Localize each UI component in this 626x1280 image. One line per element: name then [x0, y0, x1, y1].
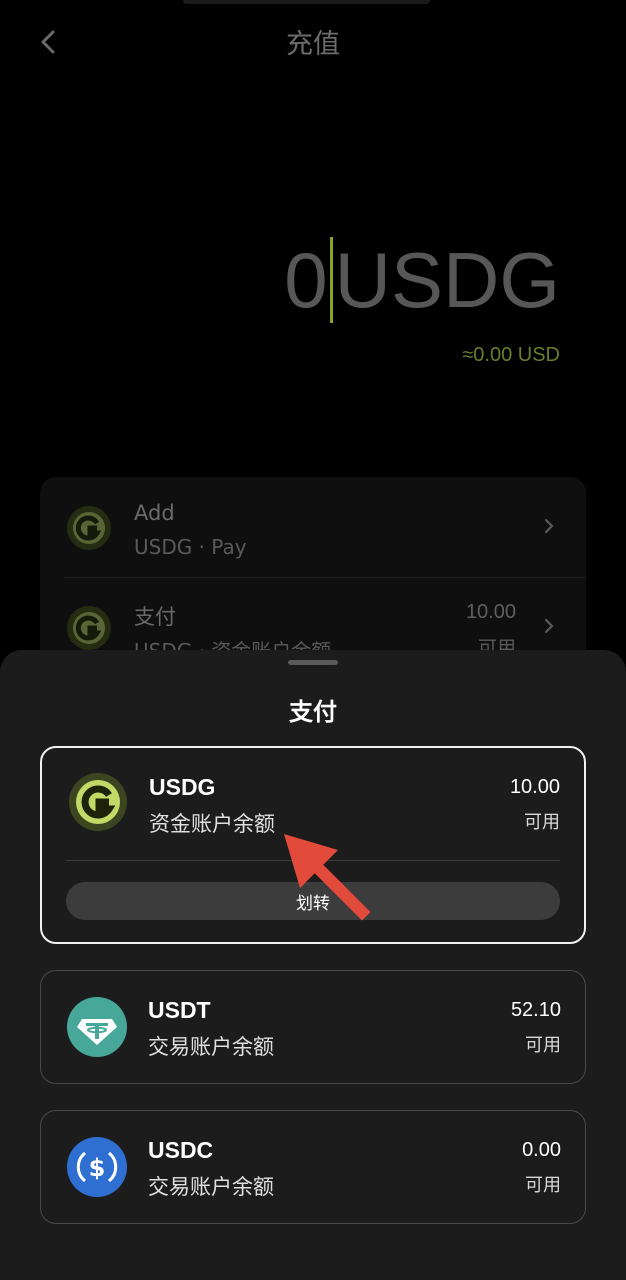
- deposit-screen: 充值 0 USDG ≈0.00 USD Add USDG · Pay 支付 10…: [0, 0, 626, 677]
- option-subtitle: 交易账户余额: [148, 1035, 274, 1059]
- chevron-right-icon: [544, 618, 554, 634]
- option-amount: 0.00: [522, 1139, 561, 1161]
- payment-bottom-sheet: 支付 USDG 资金账户余额 10.00 可用 划转 USDT 交易账户余额 5…: [0, 650, 626, 1280]
- usdg-coin-icon: [67, 606, 111, 650]
- amount-value: 0: [284, 236, 328, 324]
- divider: [66, 860, 560, 861]
- usdc-coin-icon: $: [67, 1137, 127, 1197]
- method-row-add[interactable]: Add USDG · Pay: [40, 477, 586, 578]
- option-usdc[interactable]: $ USDC 交易账户余额 0.00 可用: [40, 1110, 586, 1224]
- chevron-right-icon: [544, 518, 554, 534]
- option-name: USDT: [148, 997, 211, 1023]
- method-title: 支付: [134, 605, 176, 629]
- option-name: USDC: [148, 1137, 214, 1163]
- option-subtitle: 交易账户余额: [148, 1175, 274, 1199]
- amount-input[interactable]: 0 USDG: [284, 232, 560, 328]
- sheet-title: 支付: [289, 698, 337, 726]
- sheet-drag-handle[interactable]: [288, 660, 338, 665]
- usd-equivalent: ≈0.00 USD: [462, 344, 560, 366]
- usdg-coin-icon: [69, 773, 127, 831]
- transfer-button[interactable]: 划转: [66, 882, 560, 920]
- method-amount: 10.00: [465, 601, 516, 623]
- option-available-label: 可用: [524, 812, 560, 833]
- text-cursor: [329, 237, 333, 323]
- option-amount: 52.10: [510, 999, 561, 1021]
- payment-method-list: Add USDG · Pay 支付 USDG · 资金账户余额 10.00 可用: [40, 477, 586, 677]
- usdt-coin-icon: [67, 997, 127, 1057]
- svg-text:$: $: [89, 1154, 106, 1182]
- page-title: 充值: [286, 29, 340, 60]
- option-subtitle: 资金账户余额: [149, 812, 275, 836]
- amount-unit: USDG: [334, 236, 560, 324]
- method-title: Add: [134, 501, 175, 525]
- method-subtitle: USDG · Pay: [134, 535, 247, 559]
- option-available-label: 可用: [525, 1035, 561, 1056]
- option-usdt[interactable]: USDT 交易账户余额 52.10 可用: [40, 970, 586, 1084]
- option-usdg[interactable]: USDG 资金账户余额 10.00 可用 划转: [40, 746, 586, 944]
- option-available-label: 可用: [525, 1175, 561, 1196]
- option-name: USDG: [149, 774, 216, 800]
- usdg-coin-icon: [67, 506, 111, 550]
- option-amount: 10.00: [509, 776, 560, 798]
